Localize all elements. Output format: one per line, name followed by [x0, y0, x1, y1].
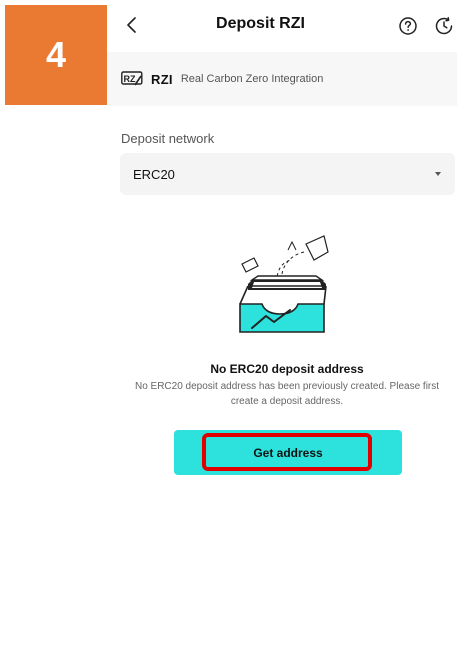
empty-inbox-illustration-icon: [239, 235, 329, 333]
deposit-network-label: Deposit network: [121, 131, 215, 146]
empty-state-title: No ERC20 deposit address: [210, 362, 364, 376]
svg-text:RZ: RZ: [124, 74, 136, 84]
coin-symbol: RZI: [151, 71, 173, 87]
coin-info-row: RZ RZI Real Carbon Zero Integration: [107, 52, 457, 106]
get-address-button[interactable]: Get address: [174, 430, 402, 475]
selected-network-value: ERC20: [133, 166, 175, 182]
deposit-network-select[interactable]: ERC20: [120, 153, 455, 195]
get-address-label: Get address: [253, 445, 323, 460]
coin-full-name: Real Carbon Zero Integration: [180, 73, 324, 85]
step-number-badge: 4: [5, 5, 107, 105]
rzi-logo-icon: RZ: [121, 71, 143, 86]
history-clock-icon[interactable]: [433, 15, 455, 37]
dropdown-caret-icon: [435, 172, 441, 176]
empty-state-description: No ERC20 deposit address has been previo…: [134, 381, 440, 407]
help-icon[interactable]: [397, 15, 419, 37]
